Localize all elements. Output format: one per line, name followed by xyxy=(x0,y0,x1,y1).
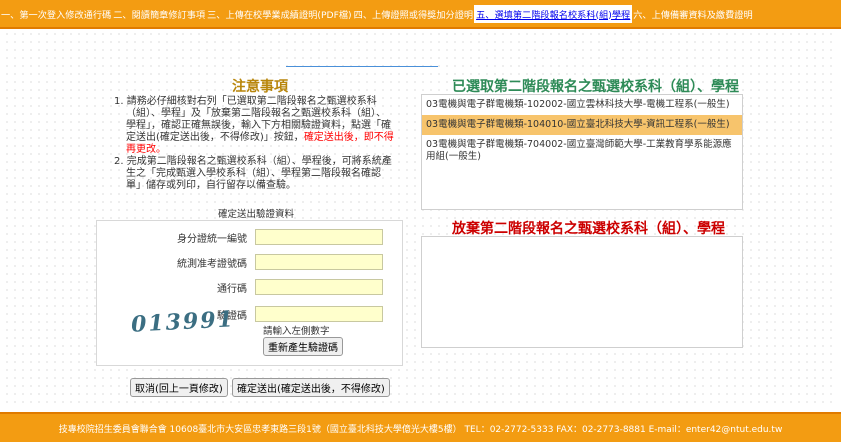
dropped-title: 放棄第二階段報名之甄選校系科（組）、學程 xyxy=(452,221,725,237)
notice-list: 1. 請務必仔細核對右列「已選取第二階段報名之甄選校系科（組）、學程」及「放棄第… xyxy=(114,96,394,192)
dropped-list xyxy=(421,236,743,348)
id-input[interactable] xyxy=(255,229,383,245)
exam-number-label: 統測准考證號碼 xyxy=(177,258,247,270)
id-label: 身分證統一編號 xyxy=(177,233,247,245)
selected-item[interactable]: 03電機與電子群電機類-704002-國立臺灣師範大學-工業教育學系能源應用組(… xyxy=(422,135,742,167)
step-5-link-active[interactable]: 五、選填第二階段報名校系科(組)學程 xyxy=(474,4,633,23)
step-3-link[interactable]: 三、上傳在校學業成績證明(PDF檔) xyxy=(206,7,353,21)
captcha-image: 013991 xyxy=(130,306,236,338)
selected-item-highlighted[interactable]: 03電機與電子群電機類-104010-國立臺北科技大學-資訊工程系(一般生) xyxy=(422,115,742,135)
password-row: 通行碼 xyxy=(97,278,402,296)
captcha-hint: 請輸入左側數字 xyxy=(263,326,330,337)
confirm-title: 確定送出驗證資料 xyxy=(218,209,295,220)
password-input[interactable] xyxy=(255,279,383,295)
regenerate-captcha-button[interactable]: 重新產生驗證碼 xyxy=(263,337,343,356)
cancel-button[interactable]: 取消(回上一頁修改) xyxy=(130,378,228,397)
confirm-form: 身分證統一編號 統測准考證號碼 通行碼 驗證碼 013991 請輸入左側數字 重… xyxy=(96,220,403,366)
notice-item-1: 1. 請務必仔細核對右列「已選取第二階段報名之甄選校系科（組）、學程」及「放棄第… xyxy=(114,96,394,156)
footer-contact: 技專校院招生委員會聯合會 10608臺北市大安區忠孝東路三段1號（國立臺北科技大… xyxy=(0,412,841,442)
exam-row: 統測准考證號碼 xyxy=(97,253,402,271)
password-label: 通行碼 xyxy=(217,283,247,295)
exam-number-input[interactable] xyxy=(255,254,383,270)
selected-title: 已選取第二階段報名之甄選校系科（組）、學程 xyxy=(452,79,739,95)
step-4-link[interactable]: 四、上傳證照或得獎加分證明 xyxy=(353,7,474,21)
step-bar: 一、第一次登入修改通行碼 二、閱讀簡章修訂事項 三、上傳在校學業成績證明(PDF… xyxy=(0,0,841,29)
captcha-input[interactable] xyxy=(255,306,383,322)
selected-list: 03電機與電子群電機類-102002-國立雲林科技大學-電機工程系(一般生) 0… xyxy=(421,94,743,210)
submit-button[interactable]: 確定送出(確定送出後，不得修改) xyxy=(232,378,390,397)
notice-item-2: 2. 完成第二階段報名之甄選校系科（組）、學程後，可將系統產生之「完成甄選入學校… xyxy=(114,156,392,191)
notice-title: 注意事項 xyxy=(232,79,288,95)
selected-item[interactable]: 03電機與電子群電機類-102002-國立雲林科技大學-電機工程系(一般生) xyxy=(422,95,742,115)
step-2-link[interactable]: 二、閱讀簡章修訂事項 xyxy=(112,7,206,21)
step-6-link[interactable]: 六、上傳備審資料及繳費證明 xyxy=(632,7,753,21)
id-row: 身分證統一編號 xyxy=(97,228,402,246)
divider-line xyxy=(286,66,438,67)
step-1-link[interactable]: 一、第一次登入修改通行碼 xyxy=(0,7,112,21)
